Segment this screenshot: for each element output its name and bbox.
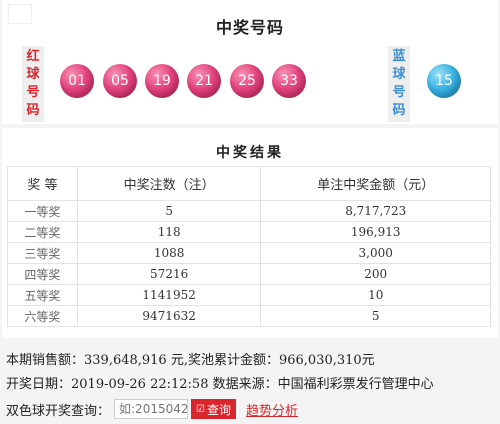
prize-level: 六等奖 bbox=[7, 305, 78, 327]
red-ball: 01 bbox=[60, 64, 94, 98]
prize-level: 二等奖 bbox=[7, 221, 78, 243]
query-button-label: 查询 bbox=[206, 402, 231, 417]
winner-count: 9471632 bbox=[76, 305, 262, 327]
query-button[interactable]: ☑ 查询 bbox=[191, 399, 236, 419]
header-amount: 单注中奖金额（元） bbox=[260, 166, 491, 201]
table-row: 三等奖 1088 3,000 bbox=[7, 242, 491, 264]
prize-level: 一等奖 bbox=[7, 200, 78, 222]
red-ball: 33 bbox=[272, 64, 306, 98]
query-label: 双色球开奖查询： bbox=[6, 403, 111, 419]
prize-amount: 10 bbox=[260, 284, 491, 306]
prize-level: 三等奖 bbox=[7, 242, 78, 264]
prize-amount: 3,000 bbox=[260, 242, 491, 264]
blue-label-char: 码 bbox=[392, 103, 406, 118]
red-label-char: 球 bbox=[26, 67, 40, 82]
table-row: 六等奖 9471632 5 bbox=[7, 305, 491, 327]
prize-amount: 5 bbox=[260, 305, 491, 327]
prize-amount: 8,717,723 bbox=[260, 200, 491, 222]
prize-level: 四等奖 bbox=[7, 263, 78, 285]
red-ball: 25 bbox=[230, 64, 264, 98]
prize-amount: 196,913 bbox=[260, 221, 491, 243]
winner-count: 118 bbox=[76, 221, 262, 243]
header-level: 奖 等 bbox=[7, 166, 78, 201]
trend-analysis-link[interactable]: 趋势分析 bbox=[246, 400, 298, 419]
prize-level: 五等奖 bbox=[7, 284, 78, 306]
draw-number-input[interactable] bbox=[114, 399, 189, 419]
prize-table: 奖 等 中奖注数（注） 单注中奖金额（元） 一等奖 5 8,717,723 二等… bbox=[7, 166, 491, 327]
blue-ball: 15 bbox=[427, 64, 461, 98]
prize-results-title: 中奖结果 bbox=[216, 145, 284, 161]
table-row: 一等奖 5 8,717,723 bbox=[7, 200, 491, 222]
winning-numbers-title: 中奖号码 bbox=[215, 18, 284, 37]
draw-query-row: 双色球开奖查询： ☑ 查询 趋势分析 bbox=[6, 398, 298, 420]
winner-count: 57216 bbox=[76, 263, 262, 285]
prize-results-card: 中奖结果 奖 等 中奖注数（注） 单注中奖金额（元） 一等奖 5 8,717,7… bbox=[2, 128, 498, 338]
table-row: 二等奖 118 196,913 bbox=[7, 221, 491, 243]
table-row: 五等奖 1141952 10 bbox=[7, 284, 491, 306]
sales-info: 本期销售额：339,648,916 元,奖池累计金额：966,030,310元 bbox=[6, 353, 375, 368]
blue-label-char: 蓝 bbox=[392, 49, 406, 64]
red-ball: 19 bbox=[145, 64, 179, 98]
winner-count: 1088 bbox=[76, 242, 262, 264]
blue-ball-label: 蓝 球 号 码 bbox=[388, 46, 410, 122]
winner-count: 1141952 bbox=[76, 284, 262, 306]
red-ball-label: 红 球 号 码 bbox=[22, 46, 44, 122]
red-label-char: 码 bbox=[26, 103, 40, 118]
red-label-char: 号 bbox=[26, 85, 40, 100]
draw-date-info: 开奖日期：2019-09-26 22:12:58 数据来源：中国福利彩票发行管理… bbox=[6, 377, 434, 392]
winning-numbers-card: 中奖号码 红 球 号 码 01 05 19 21 25 33 蓝 球 号 码 1… bbox=[2, 0, 498, 124]
prize-amount: 200 bbox=[260, 263, 491, 285]
winner-count: 5 bbox=[76, 200, 262, 222]
red-label-char: 红 bbox=[26, 49, 40, 64]
red-ball: 05 bbox=[103, 64, 137, 98]
blue-label-char: 球 bbox=[392, 67, 406, 82]
red-ball: 21 bbox=[187, 64, 221, 98]
table-row: 四等奖 57216 200 bbox=[7, 263, 491, 285]
search-icon: ☑ bbox=[196, 403, 205, 415]
header-count: 中奖注数（注） bbox=[76, 166, 262, 201]
table-header-row: 奖 等 中奖注数（注） 单注中奖金额（元） bbox=[7, 166, 491, 201]
blue-label-char: 号 bbox=[392, 85, 406, 100]
